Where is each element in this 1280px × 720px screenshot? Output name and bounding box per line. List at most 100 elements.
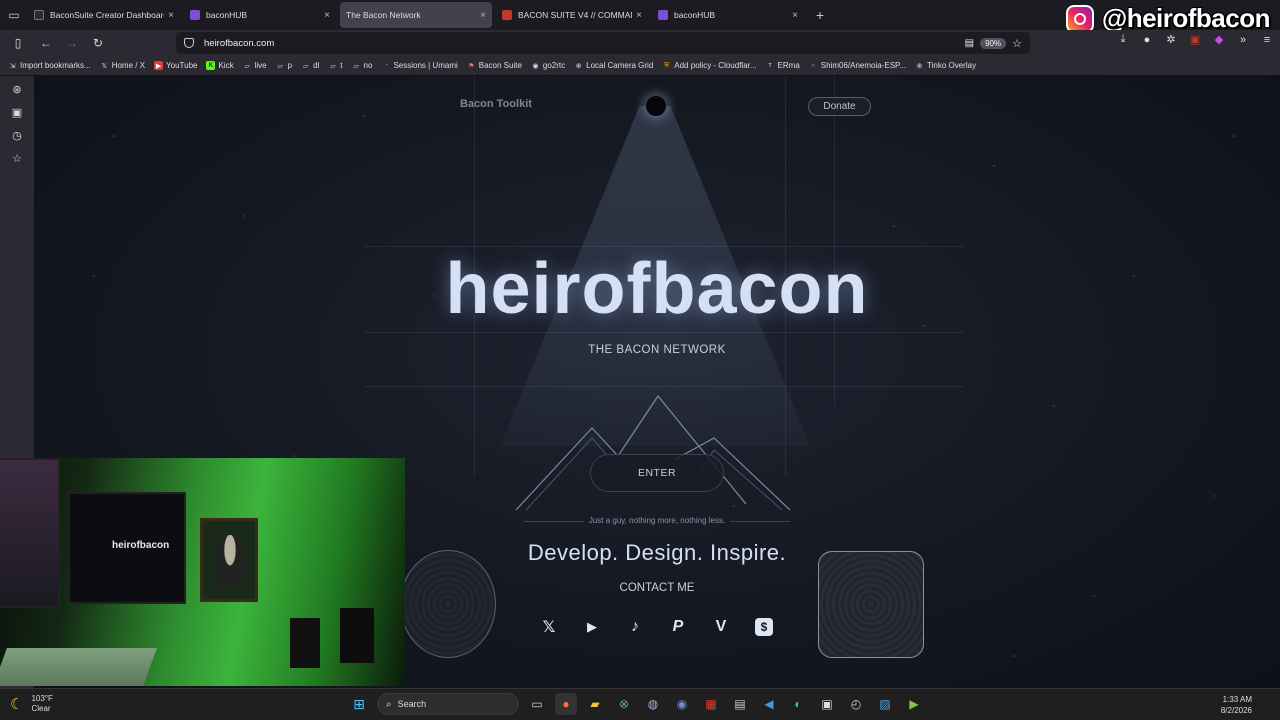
tab-label: BACON SUITE V4 // COMMAND [518, 10, 633, 20]
nav-bar: ▯ ← → ↻ heirofbacon.com ▤ 90% ☆ ⤓ ● ✲ ▣ … [0, 30, 1280, 56]
webcam-monitor-left [0, 458, 60, 608]
tiktok-icon[interactable]: ♪ [622, 614, 648, 640]
synced-tabs-icon[interactable]: ▣ [0, 101, 34, 124]
tab-favicon [34, 10, 44, 20]
zoom-badge[interactable]: 90% [980, 37, 1007, 49]
taskbar-search[interactable]: ⌕ Search [377, 693, 519, 715]
shield-icon[interactable] [184, 38, 194, 48]
bookmark-tinko[interactable]: ⊕ Tinko Overlay [915, 61, 977, 70]
tab-label: baconHUB [206, 10, 248, 20]
youtube-icon: ▶ [154, 61, 164, 70]
bookmark-cloudflare[interactable]: ⛨ Add policy - Cloudflar... [662, 61, 756, 70]
bookmark-folder-live[interactable]: ▱ live [243, 61, 266, 70]
discord-icon[interactable]: ◉ [671, 693, 693, 715]
url-text[interactable]: heirofbacon.com [204, 38, 274, 49]
instagram-icon [1065, 4, 1094, 33]
tab-close-icon[interactable]: × [324, 10, 330, 21]
tab-label: BaconSuite Creator Dashboard [50, 10, 165, 20]
umami-icon: ◔ [383, 62, 389, 69]
account-icon[interactable]: ● [1140, 34, 1154, 46]
venmo-icon[interactable]: V [708, 614, 734, 640]
folder-icon: ▱ [353, 62, 359, 70]
rumble-icon[interactable]: ▶ [903, 693, 925, 715]
bookmark-folder-dl[interactable]: ▱ dl [301, 61, 319, 70]
webcam-speaker [290, 618, 320, 668]
forward-icon[interactable]: → [60, 31, 84, 55]
youtube-icon[interactable]: ▶ [579, 614, 605, 640]
bookmark-folder-no[interactable]: ▱ no [352, 61, 372, 70]
app-window-icon[interactable]: ▣ [816, 693, 838, 715]
new-tab-button[interactable]: + [808, 7, 832, 23]
history-icon[interactable]: ◷ [0, 124, 34, 147]
tab-label: The Bacon Network [346, 10, 421, 20]
tab-close-icon[interactable]: × [168, 10, 174, 21]
url-bar[interactable]: heirofbacon.com ▤ 90% ☆ [176, 32, 1030, 54]
bookmark-import[interactable]: ⇲ Import bookmarks... [8, 61, 91, 70]
bookmarks-icon[interactable]: ☆ [0, 147, 34, 170]
bookmark-github[interactable]: ● Shim06/Anemoia-ESP... [809, 61, 906, 70]
github-icon: ● [811, 62, 816, 69]
firefox-icon[interactable]: ● [555, 693, 577, 715]
folder-icon: ▱ [302, 62, 309, 70]
bookmark-erma[interactable]: ᴛ ERma [766, 61, 799, 70]
cashapp-icon[interactable]: $ [755, 618, 773, 636]
enter-button[interactable]: ENTER [590, 454, 724, 492]
clock-date: 8/2/2026 [1220, 706, 1252, 715]
weather-condition: Clear [31, 704, 51, 713]
xbox-icon[interactable]: ⊗ [613, 693, 635, 715]
menu-icon[interactable]: ≡ [1260, 34, 1274, 46]
bookmark-umami[interactable]: ◔ Sessions | Umami [381, 61, 458, 70]
globe-icon: ⊕ [575, 62, 582, 70]
ai-chat-icon[interactable]: ⊛ [0, 78, 34, 101]
donate-button[interactable]: Donate [808, 97, 871, 116]
bookmark-youtube[interactable]: ▶ YouTube [154, 61, 197, 70]
bookmarks-bar: ⇲ Import bookmarks... 𝕏 Home / X ▶ YouTube … [0, 56, 1280, 76]
bookmark-folder-p[interactable]: ▱ p [276, 61, 292, 70]
social-links: 𝕏 ▶ ♪ P V $ [536, 614, 777, 640]
vscode-icon[interactable]: ◀ [758, 693, 780, 715]
lamp-icon [646, 96, 666, 116]
file-explorer-icon[interactable]: ▰ [584, 693, 606, 715]
reader-view-icon[interactable]: ▤ [965, 38, 974, 49]
tab-close-icon[interactable]: × [636, 10, 642, 21]
system-clock[interactable]: 1:33 AM 8/2/2026 [1221, 694, 1252, 716]
clock-app-icon[interactable]: ◴ [845, 693, 867, 715]
reload-icon[interactable]: ↻ [86, 31, 110, 55]
tab-3[interactable]: BACON SUITE V4 // COMMAND × [496, 2, 648, 28]
start-icon[interactable]: ⊞ [348, 693, 370, 715]
tab-favicon [190, 10, 200, 20]
x-icon[interactable]: 𝕏 [536, 614, 562, 640]
back-icon[interactable]: ← [34, 31, 58, 55]
bookmark-kick[interactable]: K Kick [206, 61, 234, 70]
tab-list-icon[interactable]: ▭ [0, 0, 28, 30]
folder-icon: ▱ [330, 62, 336, 70]
bookmark-folder-t[interactable]: ▱ t [328, 61, 342, 70]
weather-widget[interactable]: ☾ 103°F Clear [10, 694, 53, 714]
bookmark-go2rtc[interactable]: ◉ go2rtc [531, 61, 565, 70]
site-brand[interactable]: Bacon Toolkit [460, 98, 532, 110]
bookmark-camera-grid[interactable]: ⊕ Local Camera Grid [574, 61, 654, 70]
bookmark-x[interactable]: 𝕏 Home / X [100, 61, 145, 70]
hero-title: heirofbacon [445, 249, 869, 329]
bookmark-star-icon[interactable]: ☆ [1012, 37, 1022, 50]
overflow-chevron-icon[interactable]: » [1236, 34, 1250, 46]
paypal-icon[interactable]: P [665, 614, 691, 640]
terminal-icon[interactable]: ▤ [729, 693, 751, 715]
sidebar-toggle-icon[interactable]: ▯ [6, 31, 30, 55]
bookmark-bacon-suite[interactable]: ⚑ Bacon Suite [467, 61, 522, 70]
tab-2[interactable]: The Bacon Network × [340, 2, 492, 28]
edge-icon[interactable]: ◐ [787, 693, 809, 715]
downloads-icon[interactable]: ⤓ [1116, 33, 1130, 46]
tab-4[interactable]: baconHUB × [652, 2, 804, 28]
ublock-icon[interactable]: ▣ [1188, 33, 1202, 46]
tab-0[interactable]: BaconSuite Creator Dashboard × [28, 2, 180, 28]
task-view-icon[interactable]: ▭ [526, 693, 548, 715]
steam-icon[interactable]: ◍ [642, 693, 664, 715]
photos-icon[interactable]: ▨ [874, 693, 896, 715]
extensions-icon[interactable]: ✲ [1164, 33, 1178, 46]
tab-close-icon[interactable]: × [480, 10, 486, 21]
app-red-icon[interactable]: ▦ [700, 693, 722, 715]
extension-pink-icon[interactable]: ◆ [1212, 33, 1226, 46]
tab-close-icon[interactable]: × [792, 10, 798, 21]
tab-1[interactable]: baconHUB × [184, 2, 336, 28]
